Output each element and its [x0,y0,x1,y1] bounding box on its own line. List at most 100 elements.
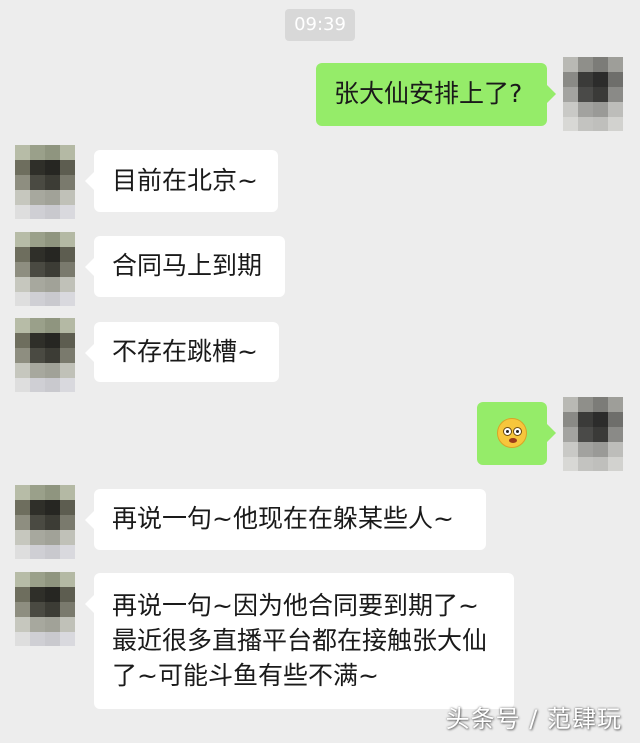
avatar-pixel [60,175,75,190]
avatar-pixel [608,117,623,131]
avatar-pixel [60,277,75,292]
avatar-pixel [578,442,593,457]
message-text: 张大仙安排上了? [334,79,523,108]
avatar-pixel [45,160,60,175]
avatar[interactable] [15,485,75,559]
avatar-pixel [30,587,45,602]
avatar-pixel [563,102,578,117]
avatar-pixel [608,457,623,471]
message-text: 再说一句~他现在在躲某些人~ [112,504,454,533]
message-text: 最近很多直播平台都在接触张大仙 [112,626,488,655]
avatar-pixel [45,190,60,205]
avatar-pixel [578,57,593,72]
avatar-pixel [30,485,45,500]
avatar-pixel [30,530,45,545]
avatar-pixel [15,545,30,559]
avatar-pixel [593,442,608,457]
avatar-pixel [15,190,30,205]
avatar-pixel [30,617,45,632]
avatar[interactable] [15,318,75,392]
avatar-pixel [15,277,30,292]
avatar-pixel [15,247,30,262]
avatar-pixel [15,378,30,392]
avatar-pixel [578,102,593,117]
avatar-pixel [578,87,593,102]
message-bubble[interactable]: 再说一句~因为他合同要到期了~ 最近很多直播平台都在接触张大仙 了~可能斗鱼有些… [85,573,514,709]
avatar-pixel [60,348,75,363]
avatar-pixel [30,348,45,363]
message-bubble[interactable]: 再说一句~他现在在躲某些人~ [85,489,486,550]
avatar-pixel [15,348,30,363]
avatar-pixel [45,378,60,392]
avatar-pixel [60,262,75,277]
avatar-pixel [30,160,45,175]
avatar-pixel [608,57,623,72]
avatar-pixel [563,457,578,471]
avatar-pixel [60,160,75,175]
shocked-face-emoji [497,418,527,448]
avatar-pixel [608,397,623,412]
avatar-pixel [578,397,593,412]
avatar-pixel [15,632,30,646]
avatar-pixel [593,457,608,471]
message-bubble[interactable]: 合同马上到期 [85,236,285,297]
avatar-pixel [30,277,45,292]
avatar-pixel [15,515,30,530]
message-bubble[interactable]: 目前在北京~ [85,150,278,212]
avatar-pixel [60,617,75,632]
avatar-pixel [45,617,60,632]
avatar-pixel [30,190,45,205]
avatar-pixel [30,175,45,190]
avatar-pixel [15,572,30,587]
avatar[interactable] [15,232,75,306]
avatar-pixel [45,500,60,515]
avatar-pixel [45,175,60,190]
avatar-pixel [45,333,60,348]
watermark: 头条号 / 范肆玩 [445,705,622,733]
avatar-pixel [45,515,60,530]
avatar-pixel [608,442,623,457]
avatar-pixel [30,232,45,247]
message-text: 再说一句~因为他合同要到期了~ [112,591,479,620]
avatar-pixel [60,292,75,306]
avatar[interactable] [563,57,623,131]
avatar-pixel [60,333,75,348]
avatar-pixel [593,102,608,117]
avatar-pixel [45,232,60,247]
avatar-pixel [60,205,75,219]
avatar-pixel [60,572,75,587]
avatar-pixel [45,545,60,559]
avatar-pixel [578,412,593,427]
avatar-pixel [15,205,30,219]
message-timestamp: 09:39 [285,9,355,41]
message-bubble[interactable]: 张大仙安排上了? [316,63,556,126]
avatar-pixel [15,587,30,602]
message-bubble[interactable]: 不存在跳槽~ [85,322,279,382]
avatar-pixel [60,318,75,333]
avatar-pixel [30,247,45,262]
avatar-pixel [30,572,45,587]
avatar-pixel [45,277,60,292]
avatar-pixel [563,427,578,442]
avatar[interactable] [15,145,75,219]
avatar-pixel [15,292,30,306]
avatar[interactable] [563,397,623,471]
avatar-pixel [608,412,623,427]
avatar-pixel [60,632,75,646]
avatar-pixel [30,262,45,277]
avatar-pixel [60,190,75,205]
avatar-pixel [593,72,608,87]
avatar-pixel [608,102,623,117]
message-text: 不存在跳槽~ [112,337,258,366]
avatar[interactable] [15,572,75,646]
avatar-pixel [15,500,30,515]
avatar-pixel [15,160,30,175]
avatar-pixel [45,363,60,378]
avatar-pixel [60,500,75,515]
avatar-pixel [593,57,608,72]
avatar-pixel [30,205,45,219]
avatar-pixel [563,442,578,457]
avatar-pixel [45,587,60,602]
avatar-pixel [15,318,30,333]
avatar-pixel [60,602,75,617]
